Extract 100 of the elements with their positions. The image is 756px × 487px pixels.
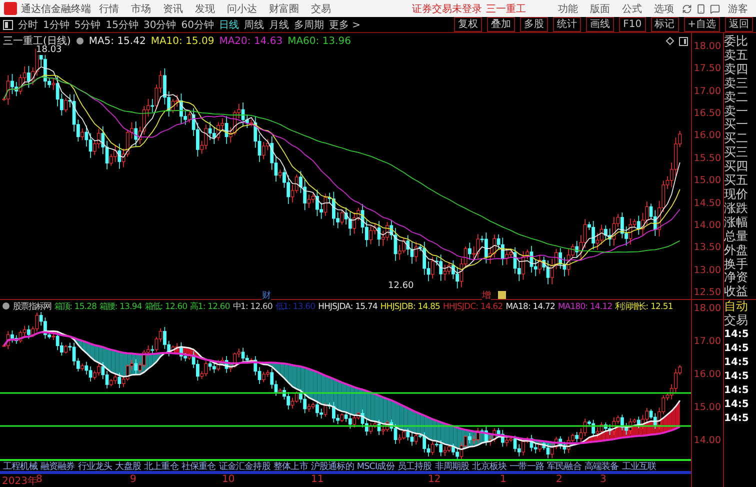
concept-tag[interactable]: 高端装备 [584, 460, 619, 472]
period-tab[interactable]: 15分钟 [106, 18, 138, 32]
concept-tag[interactable]: 证金汇金持股 [218, 460, 270, 472]
concept-tag[interactable]: 整体上市 [273, 460, 308, 472]
menu-item[interactable]: 发现 [191, 2, 219, 16]
date-label: 3 [600, 474, 606, 485]
quote-label: 卖二 [724, 90, 749, 105]
concept-tag[interactable]: 沪股通标的 [310, 460, 354, 472]
concept-tag[interactable]: 工程机械 [3, 460, 38, 472]
price-tick: 12.50 [692, 286, 722, 298]
refresh-icon[interactable] [682, 4, 692, 14]
period-tab[interactable]: 60分钟 [181, 18, 214, 32]
indicator-value: MA18: 14.72 [506, 301, 555, 311]
period-tab[interactable]: 月线 [268, 18, 289, 32]
price-tick: 13.50 [692, 242, 722, 254]
trade-label[interactable]: 自动 [724, 300, 756, 314]
menu-item[interactable]: 市场 [127, 2, 155, 16]
period-tab[interactable]: 1分钟 [43, 18, 70, 32]
toolbar-button[interactable]: F10 [619, 17, 646, 32]
menu-item[interactable]: 问小达 [223, 2, 261, 16]
price-tick: 18.00 [692, 41, 722, 52]
trade-time: 14:5 [724, 384, 750, 398]
ma-value: MA60: 13.96 [288, 36, 351, 46]
price-tick: 17.00 [692, 336, 722, 347]
concept-tag[interactable]: 融资融券 [40, 460, 75, 472]
low-price-label: 12.60 [388, 281, 414, 291]
toolbar-button[interactable]: 返回 [725, 17, 753, 32]
menu-item[interactable]: 交易 [307, 2, 335, 16]
period-tab[interactable]: 多周期 [294, 18, 324, 32]
period-tab[interactable]: 更多 > [328, 18, 361, 32]
concept-tag[interactable]: 行业龙头 [78, 460, 112, 472]
date-label: 8 [36, 474, 42, 485]
panel-toggle-icon[interactable] [679, 36, 688, 46]
message-icon[interactable] [710, 4, 720, 14]
quote-label: 卖四 [724, 62, 749, 77]
concept-tag[interactable]: 一带一路 [510, 460, 544, 472]
price-tick: 16.00 [692, 130, 722, 142]
user-name[interactable]: 游客 [724, 2, 752, 16]
quote-label: 买一 [724, 118, 749, 132]
trade-time: 14:5 [724, 412, 750, 426]
concept-tag[interactable]: 非周期股 [434, 460, 470, 472]
app-title: 通达信金融终端 [21, 2, 91, 16]
phone-icon[interactable] [696, 4, 706, 14]
toolbar-button[interactable]: 复权 [454, 17, 482, 32]
quote-label: 买四 [724, 160, 749, 174]
concept-tag[interactable]: 社保重仓 [181, 460, 216, 472]
concept-tag[interactable]: 员工持股 [397, 460, 432, 472]
date-label: 11 [311, 474, 324, 485]
app-logo-icon [4, 2, 17, 15]
period-tab[interactable]: 分时 [18, 18, 38, 32]
concept-tag[interactable]: 工业互联 [622, 460, 656, 472]
ma-value: MA5: 15.42 [88, 36, 146, 46]
login-notice[interactable]: 证券交易未登录 [412, 2, 482, 16]
diamond-icon[interactable] [666, 37, 674, 45]
price-tick: 15.00 [692, 175, 722, 186]
quote-label: 委比 [724, 35, 749, 49]
quote-label: 现价 [724, 188, 749, 202]
period-tab[interactable]: 周线 [244, 18, 264, 32]
price-tick: 14.00 [692, 220, 722, 231]
price-tick: 13.00 [692, 264, 722, 276]
price-tick: 14.50 [692, 198, 722, 209]
period-tab[interactable]: 30分钟 [143, 18, 176, 32]
concept-tag[interactable]: MSCI成份 [356, 460, 394, 472]
date-label: 12 [428, 474, 441, 485]
indicator-value: 低1: 13.60 [275, 300, 316, 312]
concept-tag[interactable]: 北上重仓 [144, 460, 178, 472]
toolbar-button[interactable]: 标记 [650, 17, 679, 32]
price-tick: 16.50 [692, 108, 722, 120]
menu-item[interactable]: 选项 [650, 2, 678, 16]
indicator-value: 中1: 12.60 [232, 300, 272, 312]
event-marker[interactable]: 增 [482, 289, 491, 302]
panel-toggle-icon[interactable] [3, 20, 13, 30]
price-tick: 17.00 [692, 86, 722, 97]
indicator-value: HHJSJDC: 14.62 [443, 301, 503, 311]
menu-item[interactable]: 版面 [586, 2, 614, 16]
concept-tag[interactable]: 军民融合 [547, 460, 582, 472]
menu-item[interactable]: 公式 [618, 2, 646, 16]
menu-item[interactable]: 财富圈 [265, 2, 303, 16]
concept-tag[interactable]: 北京板块 [472, 460, 507, 472]
concept-tag[interactable]: 大盘股 [115, 460, 142, 472]
toolbar-button[interactable]: 叠加 [487, 17, 516, 32]
date-label: 2 [556, 474, 562, 485]
quote-label: 涨幅 [724, 216, 749, 230]
toolbar-button[interactable]: 多股 [520, 17, 548, 32]
period-tab[interactable]: 日线 [218, 18, 239, 32]
date-label: 2023年 [2, 476, 38, 487]
indicator-title: 股票指标网 [13, 300, 52, 312]
toolbar-button[interactable]: +自选 [684, 17, 720, 32]
period-tab[interactable]: 5分钟 [74, 18, 101, 32]
trade-time: 14:5 [724, 328, 750, 342]
date-label: 1 [500, 474, 506, 485]
menu-item[interactable]: 功能 [554, 2, 582, 16]
event-marker[interactable]: 财 [262, 289, 271, 302]
quote-label: 卖五 [724, 48, 749, 63]
trade-label[interactable]: 交易 [724, 314, 756, 328]
menu-item[interactable]: 行情 [95, 2, 123, 16]
toolbar-button[interactable]: 统计 [553, 17, 582, 32]
price-tick: 15.00 [692, 402, 722, 413]
menu-item[interactable]: 资讯 [159, 2, 187, 16]
toolbar-button[interactable]: 画线 [586, 17, 614, 32]
